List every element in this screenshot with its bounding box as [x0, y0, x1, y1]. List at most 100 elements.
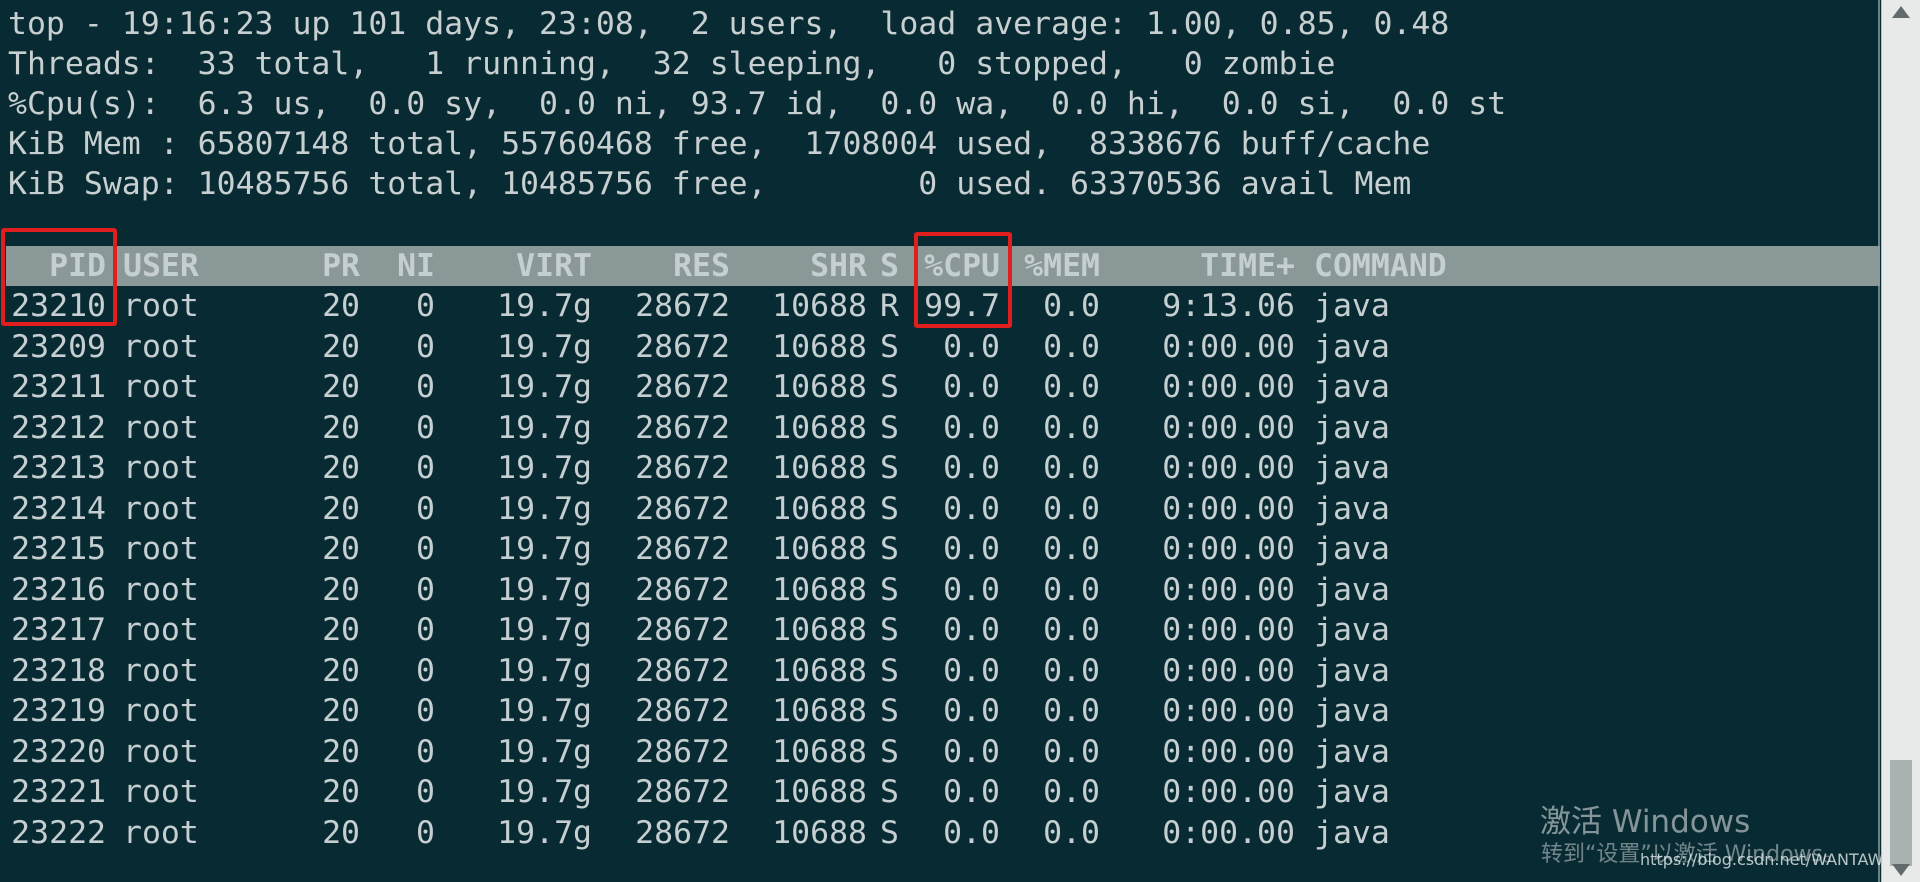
virt-cell: 19.7g — [497, 531, 592, 567]
header-mem: %MEM — [1024, 248, 1100, 284]
cpu-cell: 0.0 — [943, 369, 1000, 405]
time-cell: 0:00.00 — [1162, 652, 1295, 689]
state-cell: S — [880, 531, 899, 567]
res-cell: 28672 — [635, 369, 730, 405]
pid-cell: 23220 — [11, 733, 106, 770]
cpu-cell: 0.0 — [943, 814, 1000, 851]
virt-cell: 19.7g — [497, 693, 592, 729]
shr-cell: 10688 — [772, 369, 867, 405]
priority-cell: 20 — [322, 814, 360, 851]
user-cell: root — [123, 652, 199, 689]
time-cell: 0:00.00 — [1162, 328, 1295, 365]
cpu-cell: 0.0 — [943, 693, 1000, 729]
time-cell: 0:00.00 — [1162, 369, 1295, 405]
table-row: 23211 root 20 0 19.7g 28672 10688 S 0.0 0.0 0:00.0… — [0, 367, 1880, 407]
mem-cell: 0.0 — [1043, 774, 1100, 810]
pid-cell: 23215 — [11, 531, 106, 567]
table-row: 23209 root 20 0 19.7g 28672 10688 S 0.0 0.0 0:00.0… — [0, 327, 1880, 367]
scroll-up-arrow-icon[interactable] — [1892, 6, 1910, 18]
cpu-line: %Cpu(s): 6.3 us, 0.0 sy, 0.0 ni, 93.7 id… — [8, 86, 1507, 122]
command-cell: java — [1314, 693, 1390, 729]
nice-cell: 0 — [416, 733, 435, 770]
state-cell: S — [880, 774, 899, 810]
cpu-cell: 0.0 — [943, 450, 1000, 486]
state-cell: S — [880, 571, 899, 608]
shr-cell: 10688 — [772, 328, 867, 365]
user-cell: root — [123, 612, 199, 648]
res-cell: 28672 — [635, 328, 730, 365]
cpu-cell: 0.0 — [943, 652, 1000, 689]
user-cell: root — [123, 733, 199, 770]
priority-cell: 20 — [322, 288, 360, 324]
cpu-cell: 0.0 — [943, 571, 1000, 608]
priority-cell: 20 — [322, 531, 360, 567]
priority-cell: 20 — [322, 409, 360, 446]
mem-cell: 0.0 — [1043, 693, 1100, 729]
nice-cell: 0 — [416, 450, 435, 486]
shr-cell: 10688 — [772, 288, 867, 324]
virt-cell: 19.7g — [497, 571, 592, 608]
virt-cell: 19.7g — [497, 733, 592, 770]
command-cell: java — [1314, 450, 1390, 486]
res-cell: 28672 — [635, 288, 730, 324]
state-cell: S — [880, 814, 899, 851]
command-cell: java — [1314, 531, 1390, 567]
state-cell: S — [880, 450, 899, 486]
res-cell: 28672 — [635, 571, 730, 608]
table-row: 23219 root 20 0 19.7g 28672 10688 S 0.0 0.0 0:00.0… — [0, 691, 1880, 731]
vertical-scrollbar[interactable] — [1881, 0, 1920, 882]
state-cell: S — [880, 693, 899, 729]
table-row: 23214 root 20 0 19.7g 28672 10688 S 0.0 0.0 0:00.0… — [0, 489, 1880, 529]
state-cell: S — [880, 612, 899, 648]
user-cell: root — [123, 531, 199, 567]
priority-cell: 20 — [322, 571, 360, 608]
priority-cell: 20 — [322, 490, 360, 527]
pid-cell: 23213 — [11, 450, 106, 486]
res-cell: 28672 — [635, 652, 730, 689]
table-row: 23213 root 20 0 19.7g 28672 10688 S 0.0 0.0 0:00.0… — [0, 448, 1880, 488]
priority-cell: 20 — [322, 450, 360, 486]
threads-line: Threads: 33 total, 1 running, 32 sleepin… — [8, 46, 1336, 82]
mem-cell: 0.0 — [1043, 369, 1100, 405]
nice-cell: 0 — [416, 369, 435, 405]
command-cell: java — [1314, 409, 1390, 446]
state-cell: S — [880, 409, 899, 446]
user-cell: root — [123, 288, 199, 324]
mem-cell: 0.0 — [1043, 612, 1100, 648]
cpu-cell: 0.0 — [943, 409, 1000, 446]
virt-cell: 19.7g — [497, 409, 592, 446]
source-url-watermark: https://blog.csdn.net/WANTAWAY314 — [1640, 850, 1920, 869]
res-cell: 28672 — [635, 733, 730, 770]
header-shr: SHR — [810, 248, 867, 284]
terminal-window[interactable]: top - 19:16:23 up 101 days, 23:08, 2 use… — [0, 0, 1920, 882]
pid-cell: 23218 — [11, 652, 106, 689]
header-time: TIME+ — [1200, 248, 1295, 284]
res-cell: 28672 — [635, 490, 730, 527]
table-row: 23218 root 20 0 19.7g 28672 10688 S 0.0 0.0 0:00.0… — [0, 651, 1880, 691]
scroll-thumb[interactable] — [1890, 760, 1912, 866]
res-cell: 28672 — [635, 450, 730, 486]
user-cell: root — [123, 693, 199, 729]
shr-cell: 10688 — [772, 774, 867, 810]
priority-cell: 20 — [322, 774, 360, 810]
priority-cell: 20 — [322, 328, 360, 365]
shr-cell: 10688 — [772, 490, 867, 527]
res-cell: 28672 — [635, 774, 730, 810]
scroll-down-arrow-icon[interactable] — [1892, 864, 1910, 876]
nice-cell: 0 — [416, 693, 435, 729]
user-cell: root — [123, 571, 199, 608]
nice-cell: 0 — [416, 490, 435, 527]
user-cell: root — [123, 328, 199, 365]
shr-cell: 10688 — [772, 612, 867, 648]
state-cell: S — [880, 652, 899, 689]
nice-cell: 0 — [416, 328, 435, 365]
pid-cell: 23212 — [11, 409, 106, 446]
command-cell: java — [1314, 652, 1390, 689]
time-cell: 0:00.00 — [1162, 531, 1295, 567]
command-cell: java — [1314, 774, 1390, 810]
memory-line: KiB Mem : 65807148 total, 55760468 free,… — [8, 126, 1431, 162]
command-cell: java — [1314, 288, 1390, 324]
nice-cell: 0 — [416, 409, 435, 446]
table-row: 23220 root 20 0 19.7g 28672 10688 S 0.0 0.0 0:00.0… — [0, 732, 1880, 772]
state-cell: S — [880, 328, 899, 365]
